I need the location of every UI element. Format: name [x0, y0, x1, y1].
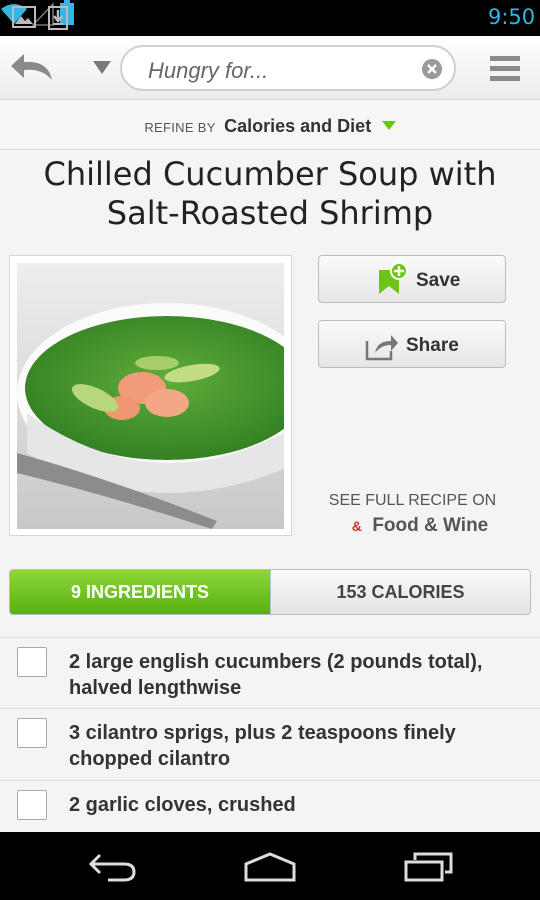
source-name[interactable]: Food & Wine — [372, 515, 488, 536]
ingredient-text: 2 garlic cloves, crushed — [69, 794, 296, 816]
refine-value[interactable]: Calories and Diet — [224, 116, 371, 136]
share-label: Share — [406, 335, 459, 356]
see-full-recipe-label: SEE FULL RECIPE ON — [328, 492, 497, 509]
save-label: Save — [416, 270, 461, 291]
share-icon — [365, 335, 398, 361]
tab-ingredients[interactable]: 9 INGREDIENTS — [10, 570, 270, 614]
status-bar: 9:50 — [0, 0, 540, 36]
refine-dropdown-icon[interactable] — [381, 121, 396, 130]
refine-prefix: REFINE BY — [144, 120, 216, 135]
list-item[interactable]: 2 garlic cloves, crushed — [0, 780, 540, 840]
tab-calories[interactable]: 153 CALORIES — [270, 570, 530, 614]
ingredient-text: 3 cilantro sprigs, plus 2 teaspoons fine… — [69, 722, 456, 770]
list-item[interactable]: 2 large english cucumbers (2 pounds tota… — [0, 637, 540, 708]
status-time: 9:50 — [488, 5, 536, 29]
search-placeholder: Hungry for... — [148, 58, 269, 83]
recipe-title: Chilled Cucumber Soup with Salt-Roasted … — [43, 155, 497, 232]
source-logo: & — [351, 518, 362, 534]
menu-icon[interactable] — [490, 56, 520, 82]
download-icon — [48, 6, 68, 30]
share-button[interactable]: Share — [318, 320, 506, 368]
app-bar: Hungry for... — [0, 36, 540, 100]
list-item[interactable]: 3 cilantro sprigs, plus 2 teaspoons fine… — [0, 708, 540, 780]
search-input[interactable]: Hungry for... — [120, 45, 456, 91]
nav-home-icon[interactable] — [243, 852, 297, 882]
save-button[interactable]: Save — [318, 255, 506, 303]
bookmark-add-icon — [379, 262, 408, 294]
recipe-tabs: 9 INGREDIENTS 153 CALORIES — [9, 569, 531, 615]
refine-bar[interactable]: REFINE BY Calories and Diet — [0, 100, 540, 150]
ingredient-text: 2 large english cucumbers (2 pounds tota… — [69, 651, 483, 699]
ingredient-checkbox[interactable] — [17, 718, 47, 748]
recipe-source-link[interactable]: & Food & Wine — [300, 515, 540, 537]
ingredient-checkbox[interactable] — [17, 790, 47, 820]
ingredient-list: 2 large english cucumbers (2 pounds tota… — [0, 637, 540, 840]
soup-photo[interactable] — [17, 263, 284, 529]
navigation-bar — [0, 832, 540, 900]
triangle-down-icon[interactable] — [92, 60, 112, 76]
ingredient-checkbox[interactable] — [17, 647, 47, 677]
nav-back-icon[interactable] — [88, 852, 138, 882]
clear-icon[interactable] — [422, 59, 442, 79]
recipe-photo-frame — [9, 255, 292, 536]
gallery-icon — [12, 6, 36, 28]
nav-recent-icon[interactable] — [403, 852, 453, 882]
back-arrow-icon[interactable] — [8, 50, 58, 86]
